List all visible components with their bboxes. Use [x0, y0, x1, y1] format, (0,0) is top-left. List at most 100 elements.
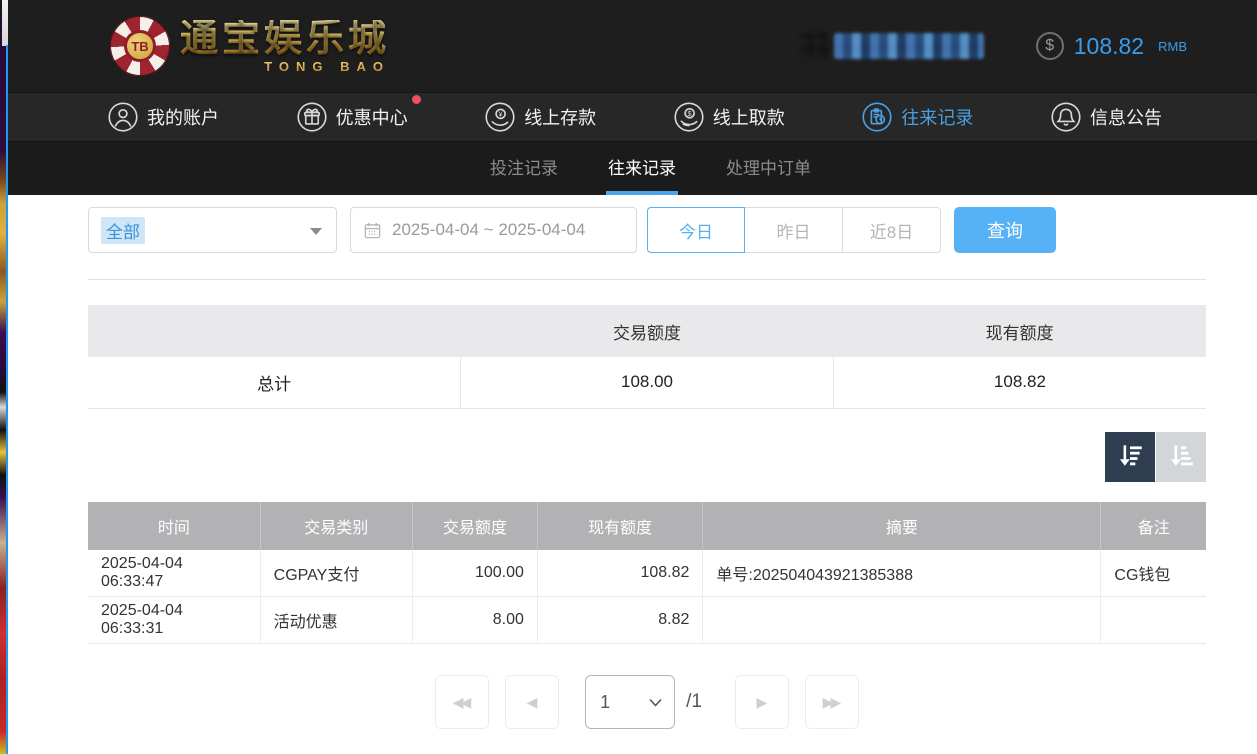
- nav-item-my-account[interactable]: 我的账户: [108, 102, 219, 132]
- type-select-value: 全部: [101, 217, 145, 244]
- divider: [88, 279, 1206, 280]
- poker-chip-icon: TB: [110, 16, 170, 76]
- col-header-time: 时间: [88, 502, 260, 550]
- page: TB 通宝娱乐城 TONG BAO $ 108.82 RMB: [8, 0, 1257, 754]
- date-range-input[interactable]: 2025-04-04 ~ 2025-04-04: [350, 207, 637, 253]
- summary-header-transaction: 交易额度: [461, 305, 834, 357]
- nav-item-transaction-records[interactable]: 往来记录: [862, 102, 973, 132]
- type-select[interactable]: 全部: [88, 207, 337, 253]
- withdraw-icon: $: [674, 102, 704, 132]
- col-header-transaction-amount: 交易额度: [412, 502, 537, 550]
- last-page-button[interactable]: ▶▶: [805, 675, 859, 729]
- summary-header-row: 交易额度 现有额度: [88, 305, 1206, 357]
- cell-type: 活动优惠: [260, 597, 412, 644]
- content: 全部 2025-04-04 ~ 2025-04-04 今日 昨日: [88, 207, 1206, 729]
- summary-transaction-amount: 108.00: [461, 357, 834, 408]
- table-row: 2025-04-04 06:33:31 活动优惠 8.00 8.82: [88, 597, 1206, 644]
- col-header-current-amount: 现有额度: [537, 502, 702, 550]
- username-redacted[interactable]: [800, 33, 984, 59]
- wallet-balance[interactable]: $ 108.82 RMB: [1036, 32, 1187, 60]
- page-select[interactable]: 1: [585, 675, 675, 729]
- summary-header-current: 现有额度: [833, 305, 1206, 357]
- next-page-button[interactable]: ▶: [735, 675, 789, 729]
- summary-header-blank: [88, 305, 461, 357]
- sort-controls: [88, 432, 1206, 482]
- cell-current-amount: 8.82: [537, 597, 702, 644]
- nav-label: 信息公告: [1090, 104, 1162, 130]
- top-header: TB 通宝娱乐城 TONG BAO $ 108.82 RMB: [8, 0, 1257, 92]
- site-logo[interactable]: TB 通宝娱乐城 TONG BAO: [110, 16, 390, 76]
- page-total: /1: [686, 691, 702, 713]
- cell-remark: CG钱包: [1101, 550, 1206, 597]
- cell-summary: 单号:202504043921385388: [703, 550, 1101, 597]
- dollar-circle-icon: $: [1036, 32, 1064, 60]
- cell-current-amount: 108.82: [537, 550, 702, 597]
- tab-transaction-records[interactable]: 往来记录: [606, 142, 678, 195]
- summary-table: 交易额度 现有额度 总计 108.00 108.82: [88, 305, 1206, 409]
- pagination: ◀◀ ◀ 1 /1 ▶ ▶▶: [88, 675, 1206, 729]
- nav-item-deposit[interactable]: ¥ 线上存款: [485, 102, 596, 132]
- balance-amount: 108.82: [1074, 33, 1144, 60]
- logo-subtitle: TONG BAO: [180, 60, 390, 73]
- col-header-summary: 摘要: [703, 502, 1101, 550]
- summary-total-label: 总计: [88, 357, 461, 408]
- cell-time: 2025-04-04 06:33:47: [88, 550, 260, 597]
- nav-item-promotions[interactable]: 优惠中心: [297, 102, 408, 132]
- tab-processing-orders[interactable]: 处理中订单: [724, 142, 813, 195]
- col-header-type: 交易类别: [260, 502, 412, 550]
- filter-bar: 全部 2025-04-04 ~ 2025-04-04 今日 昨日: [88, 207, 1206, 253]
- sort-ascending-button[interactable]: [1156, 432, 1206, 482]
- quick-btn-yesterday[interactable]: 昨日: [745, 207, 843, 253]
- prev-page-button[interactable]: ◀: [505, 675, 559, 729]
- sub-nav: 投注记录 往来记录 处理中订单: [8, 142, 1257, 195]
- quick-date-group: 今日 昨日 近8日: [647, 207, 941, 253]
- logo-title: 通宝娱乐城: [180, 20, 390, 58]
- quick-btn-today[interactable]: 今日: [647, 207, 745, 253]
- deposit-icon: ¥: [485, 102, 515, 132]
- nav-item-withdraw[interactable]: $ 线上取款: [674, 102, 785, 132]
- header-right: $ 108.82 RMB: [800, 0, 1187, 92]
- summary-current-amount: 108.82: [833, 357, 1206, 408]
- records-header-row: 时间 交易类别 交易额度 现有额度 摘要 备注: [88, 502, 1206, 550]
- chip-monogram: TB: [124, 30, 156, 62]
- nav-label: 我的账户: [147, 104, 219, 130]
- cell-remark: [1101, 597, 1206, 644]
- nav-label: 优惠中心: [336, 104, 408, 130]
- summary-total-row: 总计 108.00 108.82: [88, 357, 1206, 408]
- cell-transaction-amount: 100.00: [412, 550, 537, 597]
- cell-transaction-amount: 8.00: [412, 597, 537, 644]
- chevron-down-icon: [310, 228, 322, 235]
- table-row: 2025-04-04 06:33:47 CGPAY支付 100.00 108.8…: [88, 550, 1206, 597]
- balance-currency: RMB: [1158, 39, 1187, 54]
- gift-icon: [297, 102, 327, 132]
- records-table: 时间 交易类别 交易额度 现有额度 摘要 备注 2025-04-04 06:33…: [88, 502, 1206, 645]
- cell-time: 2025-04-04 06:33:31: [88, 597, 260, 644]
- main-nav: 我的账户 优惠中心 ¥ 线上存款: [8, 92, 1257, 142]
- cell-type: CGPAY支付: [260, 550, 412, 597]
- cell-summary: [703, 597, 1101, 644]
- chevron-down-icon: [649, 698, 662, 707]
- calendar-icon: [363, 221, 382, 240]
- records-icon: [862, 102, 892, 132]
- sort-desc-icon: [1115, 440, 1145, 473]
- sort-descending-button[interactable]: [1105, 432, 1155, 482]
- user-icon: [108, 102, 138, 132]
- tab-betting-records[interactable]: 投注记录: [488, 142, 560, 195]
- avatar: [800, 33, 828, 59]
- nav-label: 线上取款: [713, 104, 785, 130]
- bell-icon: [1051, 102, 1081, 132]
- first-page-button[interactable]: ◀◀: [435, 675, 489, 729]
- page-select-value: 1: [600, 692, 610, 713]
- col-header-remark: 备注: [1101, 502, 1206, 550]
- username-blur: [834, 33, 984, 59]
- sort-asc-icon: [1166, 440, 1196, 473]
- quick-btn-last8days[interactable]: 近8日: [843, 207, 941, 253]
- date-range-value: 2025-04-04 ~ 2025-04-04: [392, 220, 585, 240]
- logo-text: 通宝娱乐城 TONG BAO: [180, 20, 390, 73]
- background-page-edge: [0, 0, 8, 754]
- nav-label: 往来记录: [901, 104, 973, 130]
- nav-label: 线上存款: [524, 104, 596, 130]
- search-button[interactable]: 查询: [954, 207, 1056, 253]
- nav-item-announcements[interactable]: 信息公告: [1051, 102, 1162, 132]
- notification-dot: [412, 95, 421, 104]
